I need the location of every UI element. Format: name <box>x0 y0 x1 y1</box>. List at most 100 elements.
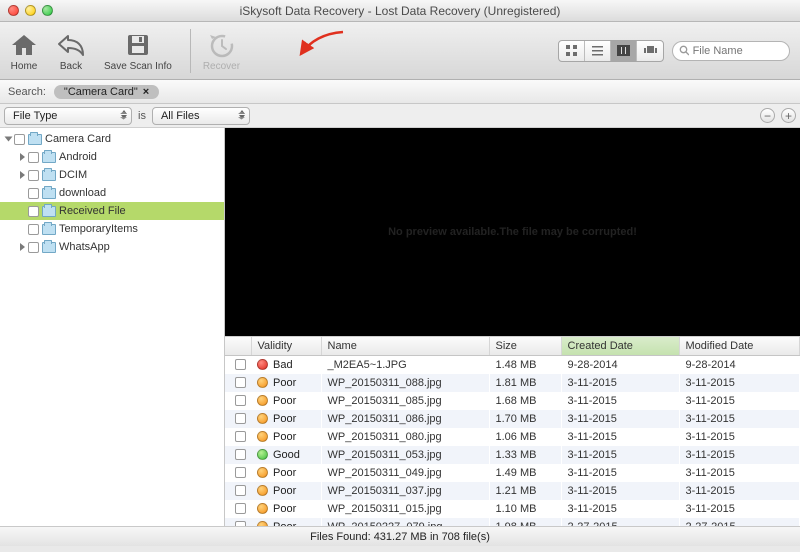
row-checkbox-cell[interactable] <box>225 392 251 410</box>
disclosure-icon[interactable] <box>20 243 25 251</box>
filter-value-combo[interactable]: All Files <box>152 107 250 125</box>
folder-icon <box>42 242 56 253</box>
recover-button[interactable]: Recover <box>203 30 240 72</box>
row-checkbox-cell[interactable] <box>225 482 251 500</box>
row-size: 1.10 MB <box>489 500 561 518</box>
home-label: Home <box>11 61 38 72</box>
checkbox[interactable] <box>235 395 246 406</box>
checkbox[interactable] <box>235 503 246 514</box>
home-icon <box>10 30 38 60</box>
row-checkbox-cell[interactable] <box>225 356 251 374</box>
checkbox[interactable] <box>28 206 39 217</box>
validity-orb-icon <box>257 485 268 496</box>
row-size: 1.06 MB <box>489 428 561 446</box>
tree-node-label: Received File <box>59 205 126 217</box>
checkbox[interactable] <box>28 242 39 253</box>
add-filter-button[interactable]: + <box>781 108 796 123</box>
search-field[interactable] <box>672 41 790 61</box>
row-created: 3-11-2015 <box>561 410 679 428</box>
tree-node[interactable]: TemporaryItems <box>0 220 224 238</box>
checkbox[interactable] <box>28 170 39 181</box>
table-row[interactable]: PoorWP_20150311_049.jpg1.49 MB3-11-20153… <box>225 464 800 482</box>
row-checkbox-cell[interactable] <box>225 428 251 446</box>
checkbox[interactable] <box>28 224 39 235</box>
file-table-wrapper[interactable]: Validity Name Size Created Date Modified… <box>225 336 800 526</box>
clear-token-icon[interactable]: × <box>143 86 149 98</box>
tree-node[interactable]: DCIM <box>0 166 224 184</box>
row-validity: Poor <box>251 482 321 500</box>
col-size[interactable]: Size <box>489 337 561 355</box>
filter-field-combo[interactable]: File Type <box>4 107 132 125</box>
row-checkbox-cell[interactable] <box>225 410 251 428</box>
col-created[interactable]: Created Date <box>561 337 679 355</box>
tree-node[interactable]: download <box>0 184 224 202</box>
row-name: WP_20150311_088.jpg <box>321 374 489 392</box>
home-button[interactable]: Home <box>10 30 38 72</box>
checkbox[interactable] <box>28 152 39 163</box>
validity-orb-icon <box>257 359 268 370</box>
disclosure-icon[interactable] <box>5 137 13 142</box>
save-scan-button[interactable]: Save Scan Info <box>104 30 172 72</box>
tree-node[interactable]: Received File <box>0 202 224 220</box>
sidebar[interactable]: Camera Card AndroidDCIMdownload Received … <box>0 128 225 526</box>
checkbox[interactable] <box>235 359 246 370</box>
view-columns[interactable] <box>611 41 637 61</box>
disclosure-icon[interactable] <box>20 153 25 161</box>
checkbox[interactable] <box>28 188 39 199</box>
checkbox[interactable] <box>235 521 246 526</box>
row-size: 1.98 MB <box>489 518 561 527</box>
back-button[interactable]: Back <box>56 30 86 72</box>
disclosure-icon[interactable] <box>20 171 25 179</box>
checkbox[interactable] <box>235 485 246 496</box>
table-row[interactable]: PoorWP_20150311_086.jpg1.70 MB3-11-20153… <box>225 410 800 428</box>
col-modified[interactable]: Modified Date <box>679 337 800 355</box>
search-input[interactable] <box>693 45 783 57</box>
filter-bar: File Type is All Files − + <box>0 104 800 128</box>
folder-icon <box>42 224 56 235</box>
table-row[interactable]: PoorWP_20150227_079.jpg1.98 MB2-27-20152… <box>225 518 800 527</box>
table-row[interactable]: GoodWP_20150311_053.jpg1.33 MB3-11-20153… <box>225 446 800 464</box>
row-validity: Poor <box>251 464 321 482</box>
table-row[interactable]: PoorWP_20150311_088.jpg1.81 MB3-11-20153… <box>225 374 800 392</box>
row-modified: 3-11-2015 <box>679 410 800 428</box>
checkbox[interactable] <box>14 134 25 145</box>
col-validity[interactable]: Validity <box>251 337 321 355</box>
table-row[interactable]: PoorWP_20150311_085.jpg1.68 MB3-11-20153… <box>225 392 800 410</box>
row-checkbox-cell[interactable] <box>225 518 251 527</box>
validity-orb-icon <box>257 449 268 460</box>
table-row[interactable]: PoorWP_20150311_037.jpg1.21 MB3-11-20153… <box>225 482 800 500</box>
view-mode-segmented[interactable] <box>558 40 664 62</box>
row-validity: Poor <box>251 374 321 392</box>
view-list[interactable] <box>585 41 611 61</box>
tree-node[interactable]: WhatsApp <box>0 238 224 256</box>
tree-root-label: Camera Card <box>45 133 111 145</box>
row-checkbox-cell[interactable] <box>225 446 251 464</box>
checkbox[interactable] <box>235 431 246 442</box>
folder-icon <box>42 152 56 163</box>
table-row[interactable]: PoorWP_20150311_015.jpg1.10 MB3-11-20153… <box>225 500 800 518</box>
checkbox[interactable] <box>235 467 246 478</box>
toolbar-separator <box>190 29 191 73</box>
tree-node[interactable]: Android <box>0 148 224 166</box>
folder-icon <box>28 134 42 145</box>
row-checkbox-cell[interactable] <box>225 464 251 482</box>
table-row[interactable]: Bad_M2EA5~1.JPG1.48 MB9-28-20149-28-2014 <box>225 355 800 374</box>
remove-filter-button[interactable]: − <box>760 108 775 123</box>
row-validity: Poor <box>251 428 321 446</box>
row-modified: 3-11-2015 <box>679 500 800 518</box>
col-checkbox[interactable] <box>225 337 251 355</box>
row-modified: 3-11-2015 <box>679 464 800 482</box>
view-coverflow[interactable] <box>637 41 663 61</box>
filter-operator: is <box>138 110 146 122</box>
row-checkbox-cell[interactable] <box>225 374 251 392</box>
tree-root[interactable]: Camera Card <box>0 130 224 148</box>
checkbox[interactable] <box>235 377 246 388</box>
table-row[interactable]: PoorWP_20150311_080.jpg1.06 MB3-11-20153… <box>225 428 800 446</box>
checkbox[interactable] <box>235 413 246 424</box>
search-token[interactable]: "Camera Card" × <box>54 85 159 99</box>
row-checkbox-cell[interactable] <box>225 500 251 518</box>
view-grid[interactable] <box>559 41 585 61</box>
checkbox[interactable] <box>235 449 246 460</box>
col-name[interactable]: Name <box>321 337 489 355</box>
row-size: 1.70 MB <box>489 410 561 428</box>
